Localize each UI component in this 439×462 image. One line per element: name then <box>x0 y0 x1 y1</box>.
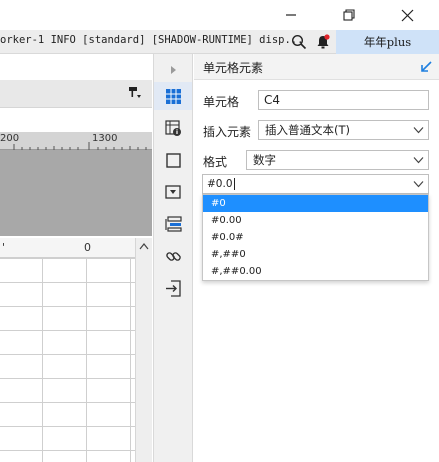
horizontal-ruler: 200 1300 <box>0 132 152 150</box>
insert-element-value: 插入普通文本(T) <box>265 123 350 137</box>
import-icon <box>165 279 181 297</box>
cell-grid[interactable] <box>0 258 135 462</box>
chevron-down-icon <box>413 157 424 164</box>
pattern-option[interactable]: #0 <box>203 195 428 212</box>
column-header[interactable]: ' <box>2 241 5 254</box>
cell-label: 单元格 <box>203 95 240 109</box>
text-caret <box>233 178 235 190</box>
cell-element-icon <box>164 119 181 136</box>
bell-icon[interactable] <box>316 34 330 50</box>
format-value: 数字 <box>253 153 276 167</box>
user-account-button[interactable]: 年年plus <box>336 30 439 54</box>
cell-properties-tab[interactable] <box>154 82 192 110</box>
minimize-button[interactable] <box>268 0 314 30</box>
format-label: 格式 <box>203 155 228 169</box>
minimize-icon <box>286 14 296 16</box>
maximize-button[interactable] <box>326 0 372 30</box>
close-icon <box>401 9 413 21</box>
maximize-icon <box>343 9 355 21</box>
column-header-row: ' 0 <box>0 238 135 258</box>
border-icon <box>165 152 181 168</box>
search-icon[interactable] <box>291 34 307 50</box>
chevron-up-icon[interactable] <box>139 242 149 250</box>
cell-properties-icon <box>165 88 181 104</box>
design-canvas[interactable] <box>0 150 152 236</box>
column-header[interactable]: 0 <box>84 241 91 254</box>
pattern-option[interactable]: #,##0.00 <box>203 263 428 280</box>
format-toolbar <box>0 80 152 108</box>
collapse-arrow-icon[interactable] <box>420 60 433 73</box>
property-icon-strip <box>153 54 193 462</box>
border-tab[interactable] <box>154 146 192 174</box>
hyperlink-tab[interactable] <box>154 242 192 270</box>
title-bar <box>0 0 439 30</box>
chevron-right-icon <box>171 66 176 74</box>
pattern-combobox[interactable]: #0.0 <box>202 174 429 194</box>
widget-icon <box>165 185 181 199</box>
format-select[interactable]: 数字 <box>246 150 429 170</box>
log-bar: orker-1 INFO [standard] [SHADOW-RUNTIME]… <box>0 30 439 54</box>
panel-title: 单元格元素 <box>203 61 264 75</box>
stacked-list-icon <box>164 216 182 232</box>
ruler-ticks <box>13 142 147 150</box>
close-button[interactable] <box>384 0 430 30</box>
hyperlink-icon <box>165 251 181 261</box>
pattern-option[interactable]: #0.00 <box>203 212 428 229</box>
insert-element-label: 插入元素 <box>203 125 252 139</box>
format-painter-icon[interactable] <box>128 86 142 100</box>
vertical-scrollbar[interactable] <box>135 238 152 462</box>
expand-panel-button[interactable] <box>154 56 192 84</box>
spreadsheet: ' 0 <box>0 238 152 462</box>
panel-header: 单元格元素 <box>194 54 439 80</box>
pattern-input[interactable]: #0.0 <box>207 178 233 190</box>
properties-panel: 单元格元素 单元格 C4 插入元素 插入普通文本(T) 格式 数字 #0.0 #… <box>194 54 439 462</box>
pattern-dropdown: #0 #0.00 #0.0# #,##0 #,##0.00 <box>202 194 429 281</box>
chevron-down-icon <box>413 127 424 134</box>
import-tab[interactable] <box>154 274 192 302</box>
widget-tab[interactable] <box>154 178 192 206</box>
cell-element-tab[interactable] <box>154 114 192 142</box>
pattern-option[interactable]: #0.0# <box>203 229 428 246</box>
log-message: orker-1 INFO [standard] [SHADOW-RUNTIME]… <box>0 34 304 46</box>
stacked-list-tab[interactable] <box>154 210 192 238</box>
insert-element-select[interactable]: 插入普通文本(T) <box>258 120 429 140</box>
chevron-down-icon[interactable] <box>413 180 424 188</box>
pattern-option[interactable]: #,##0 <box>203 246 428 263</box>
cell-field[interactable]: C4 <box>258 90 429 110</box>
